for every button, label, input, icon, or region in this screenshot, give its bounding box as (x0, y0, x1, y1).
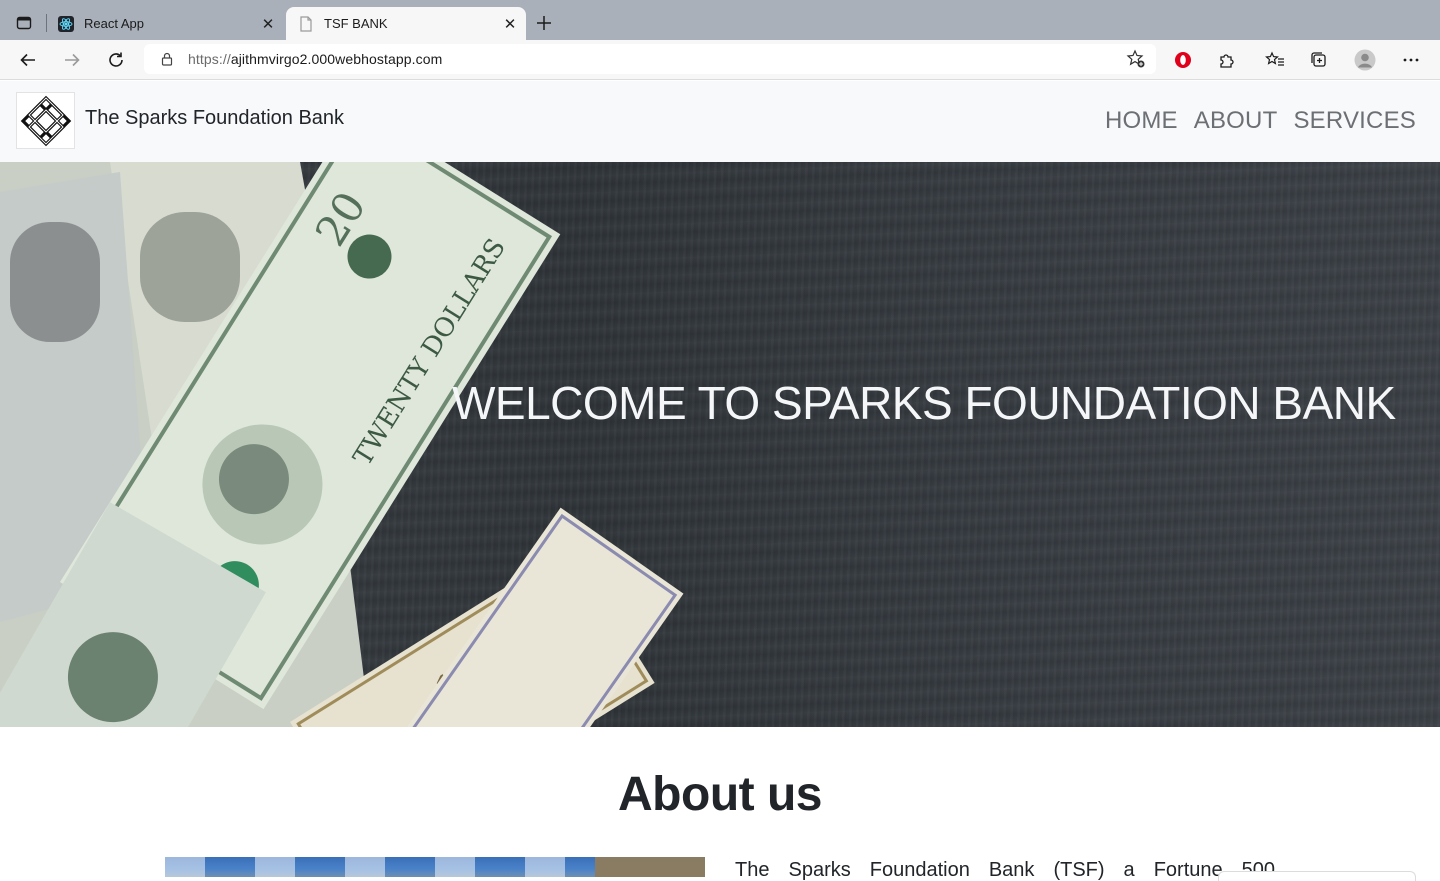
browser-tab-strip: React App ✕ TSF BANK ✕ (0, 0, 1440, 40)
about-title: About us (618, 768, 822, 821)
url-host: ajithmvirgo2.000webhostapp.com (230, 51, 443, 67)
brand-logo[interactable] (16, 92, 75, 149)
tab-title: React App (84, 16, 144, 31)
tab-react-app[interactable]: React App ✕ (52, 7, 284, 40)
add-favorite-icon[interactable] (1126, 49, 1146, 69)
new-tab-plus-icon[interactable] (533, 12, 555, 34)
about-image (165, 857, 705, 877)
forward-arrow-icon[interactable] (61, 49, 83, 71)
page-icon (298, 15, 314, 32)
profile-icon[interactable] (1354, 49, 1376, 71)
lock-icon[interactable] (160, 52, 174, 66)
address-toolbar: https://ajithmvirgo2.000webhostapp.com (0, 40, 1440, 107)
address-bar[interactable]: https://ajithmvirgo2.000webhostapp.com (144, 44, 1156, 74)
nav-home-link[interactable]: HOME (1105, 107, 1178, 135)
main-nav: HOME ABOUT SERVICES (1089, 107, 1416, 135)
hero-banner: 20 TWENTY DOLLARS 10 5 WELCOME TO SPARKS… (0, 162, 1440, 727)
about-text: The Sparks Foundation Bank (TSF) a Fortu… (735, 859, 1275, 881)
knot-logo-icon (20, 95, 71, 146)
nav-services-link[interactable]: SERVICES (1293, 107, 1416, 135)
extensions-icon[interactable] (1216, 49, 1238, 71)
money-banknotes-image: 20 TWENTY DOLLARS 10 5 (0, 162, 684, 727)
more-icon[interactable] (1400, 49, 1422, 71)
back-arrow-icon[interactable] (17, 49, 39, 71)
close-icon[interactable]: ✕ (500, 14, 520, 34)
refresh-icon[interactable] (105, 49, 127, 71)
tab-title: TSF BANK (324, 16, 388, 31)
hero-heading: WELCOME TO SPARKS FOUNDATION BANK (452, 377, 1396, 429)
collections-icon[interactable] (1308, 49, 1330, 71)
brand-name[interactable]: The Sparks Foundation Bank (85, 107, 344, 130)
floating-popup[interactable] (1218, 871, 1416, 881)
favorites-icon[interactable] (1264, 49, 1286, 71)
tab-tsf-bank[interactable]: TSF BANK ✕ (286, 7, 526, 40)
url-scheme: https:// (188, 51, 231, 67)
site-navbar: The Sparks Foundation Bank HOME ABOUT SE… (0, 81, 1440, 162)
react-icon (58, 15, 74, 32)
url-text: https://ajithmvirgo2.000webhostapp.com (188, 51, 442, 67)
close-icon[interactable]: ✕ (258, 14, 278, 34)
tab-actions-icon[interactable] (12, 11, 36, 35)
tab-divider (46, 14, 47, 32)
nav-about-link[interactable]: ABOUT (1194, 107, 1278, 135)
opera-icon[interactable] (1172, 49, 1194, 71)
